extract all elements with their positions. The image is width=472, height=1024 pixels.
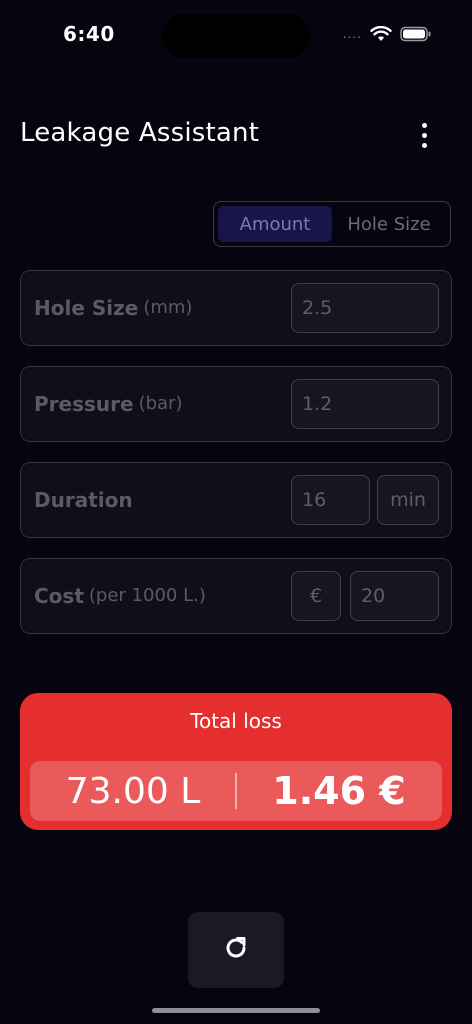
duration-input[interactable]: 16	[291, 475, 370, 525]
hole-size-row: Hole Size (mm) 2.5	[20, 270, 452, 346]
pressure-row: Pressure (bar) 1.2	[20, 366, 452, 442]
refresh-icon	[222, 934, 250, 966]
battery-icon	[400, 26, 432, 42]
total-liters: 73.00 L	[65, 770, 201, 812]
total-loss-card: Total loss 73.00 L 1.46 €	[20, 693, 452, 830]
cost-unit: (per 1000 L.)	[88, 585, 206, 606]
cost-label: Cost (per 1000 L.)	[34, 559, 206, 632]
cost-input[interactable]: 20	[350, 571, 439, 621]
signal-dots-icon: ....	[342, 27, 362, 41]
segment-amount[interactable]: Amount	[218, 206, 332, 242]
duration-row: Duration 16 min	[20, 462, 452, 538]
wifi-icon	[370, 26, 392, 42]
refresh-button[interactable]	[188, 912, 284, 988]
more-vertical-icon[interactable]	[410, 118, 438, 152]
cost-label-text: Cost	[34, 583, 84, 608]
total-loss-title: Total loss	[190, 709, 282, 733]
page-title: Leakage Assistant	[20, 118, 260, 148]
segment-hole-size[interactable]: Hole Size	[332, 206, 446, 242]
status-bar: 6:40 ....	[0, 0, 472, 70]
duration-unit-select[interactable]: min	[377, 475, 439, 525]
hole-size-label: Hole Size (mm)	[34, 271, 192, 344]
pressure-input[interactable]: 1.2	[291, 379, 439, 429]
pressure-label-text: Pressure	[34, 391, 134, 416]
total-euros: 1.46 €	[272, 769, 406, 813]
dynamic-island	[162, 14, 310, 58]
status-time: 6:40	[63, 22, 115, 46]
duration-label: Duration	[34, 463, 133, 536]
duration-label-text: Duration	[34, 487, 133, 512]
cost-row: Cost (per 1000 L.) € 20	[20, 558, 452, 634]
pressure-label: Pressure (bar)	[34, 367, 182, 440]
mode-toggle: Amount Hole Size	[213, 201, 451, 247]
hole-size-label-text: Hole Size	[34, 295, 139, 320]
currency-select[interactable]: €	[291, 571, 341, 621]
hole-size-input[interactable]: 2.5	[291, 283, 439, 333]
total-loss-values: 73.00 L 1.46 €	[30, 761, 442, 821]
home-indicator	[152, 1008, 320, 1013]
status-icons: ....	[343, 26, 432, 42]
hole-size-unit: (mm)	[143, 297, 193, 318]
pressure-unit: (bar)	[138, 393, 183, 414]
